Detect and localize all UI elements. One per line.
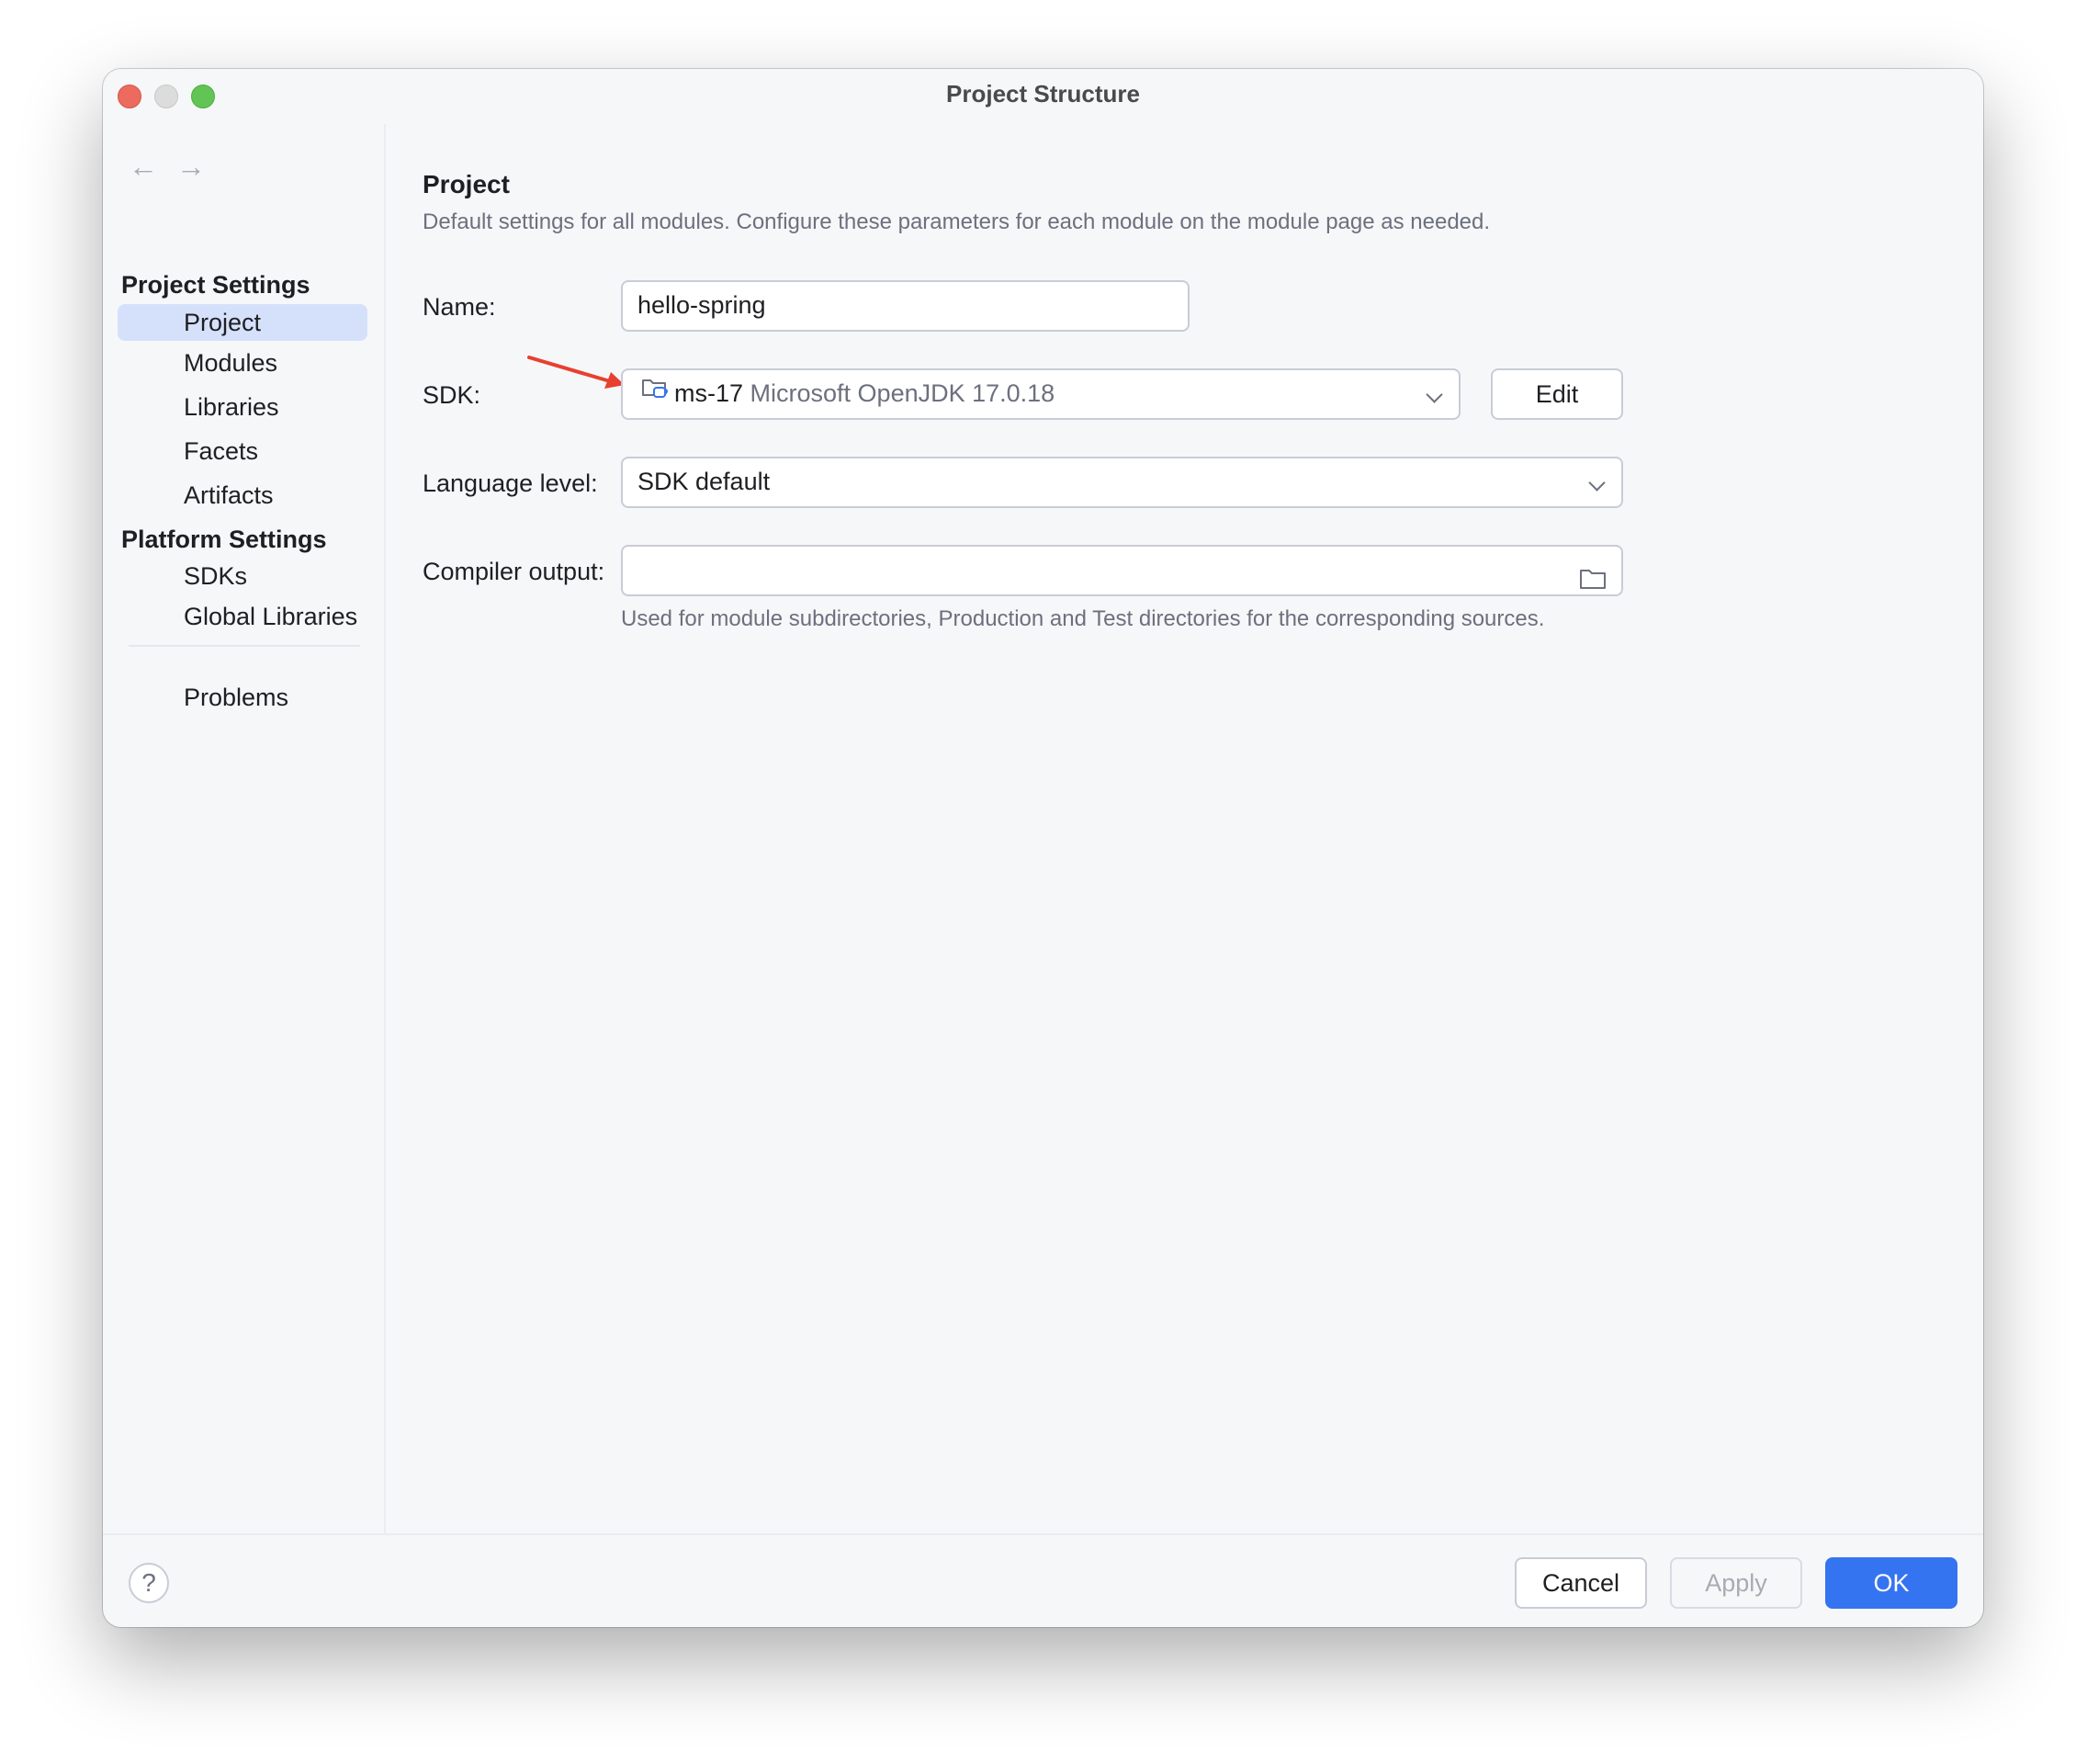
compiler-output-field[interactable] — [621, 545, 1623, 596]
name-label: Name: — [423, 293, 496, 321]
name-field-value: hello-spring — [637, 291, 766, 319]
language-level-value: SDK default — [637, 468, 771, 495]
language-level-label: Language level: — [423, 469, 598, 497]
sidebar-item-label: Problems — [184, 684, 289, 711]
folder-icon[interactable] — [1579, 560, 1607, 606]
sidebar-item-sdks[interactable]: SDKs — [118, 558, 367, 594]
sidebar-item-label: Project — [184, 309, 262, 336]
jdk-folder-icon — [641, 369, 669, 416]
page-description: Default settings for all modules. Config… — [423, 209, 1491, 234]
sidebar-item-label: SDKs — [184, 562, 248, 590]
sdk-dropdown[interactable]: ms-17 Microsoft OpenJDK 17.0.18 — [621, 368, 1461, 420]
help-button[interactable]: ? — [129, 1563, 169, 1603]
window-title: Project Structure — [946, 80, 1140, 107]
sidebar-item-global-libraries[interactable]: Global Libraries — [118, 598, 367, 635]
sdk-name: ms-17 — [674, 379, 744, 407]
compiler-output-hint: Used for module subdirectories, Producti… — [621, 606, 1545, 631]
sidebar-item-label: Artifacts — [184, 481, 274, 509]
language-level-dropdown[interactable]: SDK default — [621, 457, 1623, 508]
cancel-button[interactable]: Cancel — [1515, 1557, 1647, 1609]
project-structure-dialog: Project Structure ← → Project Settings P… — [103, 69, 1983, 1627]
ok-button[interactable]: OK — [1825, 1557, 1957, 1609]
sidebar-item-label: Global Libraries — [184, 603, 358, 630]
sidebar-item-libraries[interactable]: Libraries — [118, 389, 367, 425]
sidebar-item-label: Facets — [184, 437, 259, 465]
chevron-down-icon — [1588, 474, 1606, 492]
annotation-arrow — [527, 356, 625, 389]
compiler-output-label: Compiler output: — [423, 558, 605, 585]
arrow-right-icon[interactable]: → — [176, 152, 206, 181]
chevron-down-icon — [1426, 386, 1443, 403]
sidebar-item-facets[interactable]: Facets — [118, 433, 367, 469]
sidebar-item-problems[interactable]: Problems — [118, 679, 367, 716]
sidebar: ← → Project Settings Project Modules Lib… — [103, 124, 386, 1533]
footer-divider — [103, 1533, 1983, 1535]
page-title: Project — [423, 170, 510, 198]
name-field[interactable]: hello-spring — [621, 280, 1190, 332]
sidebar-item-modules[interactable]: Modules — [118, 345, 367, 381]
sidebar-divider — [129, 645, 360, 647]
arrow-left-icon[interactable]: ← — [129, 152, 158, 181]
title-bar: Project Structure — [103, 69, 1983, 124]
sidebar-item-label: Libraries — [184, 393, 279, 421]
sidebar-item-project[interactable]: Project — [118, 304, 367, 341]
sidebar-item-label: Modules — [184, 349, 278, 377]
edit-sdk-button[interactable]: Edit — [1491, 368, 1623, 420]
sdk-label: SDK: — [423, 381, 481, 409]
sidebar-item-artifacts[interactable]: Artifacts — [118, 477, 367, 514]
platform-settings-header: Platform Settings — [121, 526, 327, 553]
sdk-detail: Microsoft OpenJDK 17.0.18 — [750, 379, 1055, 407]
apply-button[interactable]: Apply — [1670, 1557, 1802, 1609]
project-settings-header: Project Settings — [121, 271, 310, 299]
